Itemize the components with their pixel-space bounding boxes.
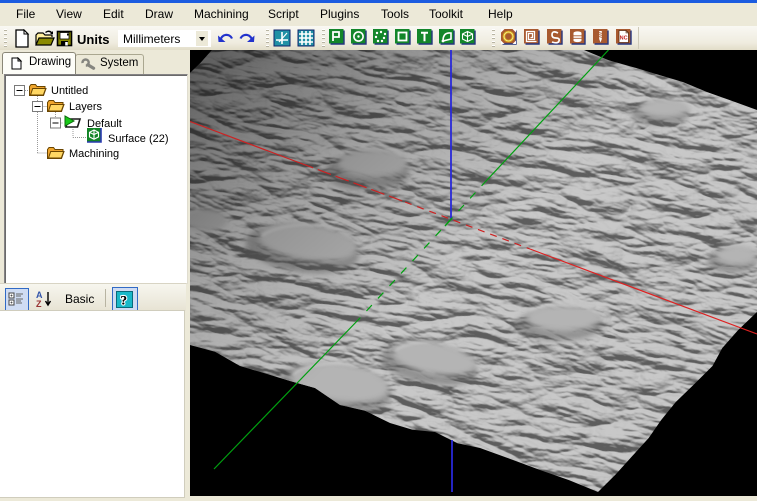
svg-text:Z: Z [36,299,42,308]
svg-text:?: ? [121,293,128,308]
svg-text:NC: NC [620,36,628,42]
